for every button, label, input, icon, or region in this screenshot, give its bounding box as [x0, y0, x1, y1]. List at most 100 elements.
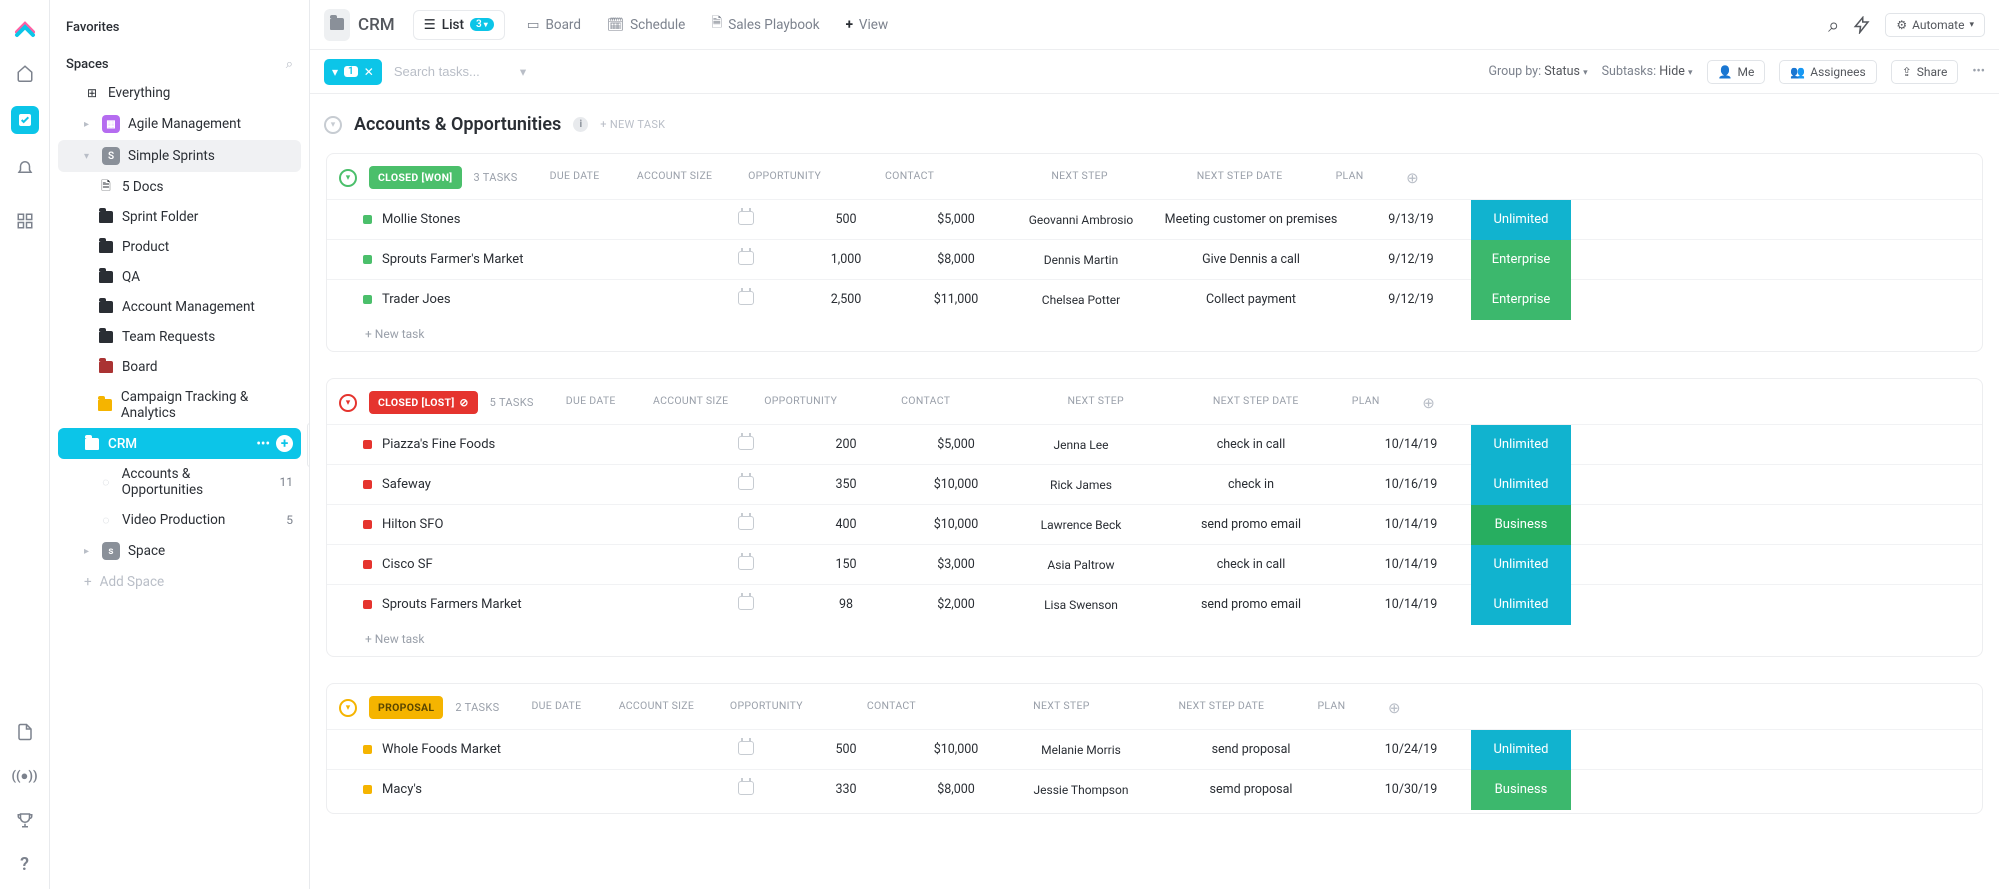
nsdate-cell[interactable]: 10/14/19	[1351, 437, 1471, 452]
chevron-down-icon[interactable]: ▾	[520, 64, 526, 80]
nsdate-cell[interactable]: 10/14/19	[1351, 517, 1471, 532]
contact-cell[interactable]: Jenna Lee	[1011, 438, 1151, 452]
col-due[interactable]: DUE DATE	[530, 167, 620, 189]
task-row[interactable]: Sprouts Farmers Market 98 $2,000 Lisa Sw…	[327, 584, 1982, 624]
task-row[interactable]: Cisco SF 150 $3,000 Asia Paltrow check i…	[327, 544, 1982, 584]
contact-cell[interactable]: Melanie Morris	[1011, 743, 1151, 757]
opp-cell[interactable]: $10,000	[901, 517, 1011, 532]
acct-cell[interactable]: 350	[791, 477, 901, 492]
contact-cell[interactable]: Chelsea Potter	[1011, 293, 1151, 307]
due-date-cell[interactable]	[701, 211, 791, 229]
opp-cell[interactable]: $3,000	[901, 557, 1011, 572]
nsdate-cell[interactable]: 10/14/19	[1351, 557, 1471, 572]
add-space-button[interactable]: + Add Space	[58, 567, 301, 597]
close-icon[interactable]: ✕	[364, 65, 374, 79]
col-nextstep[interactable]: NEXT STEP	[996, 392, 1196, 414]
contact-cell[interactable]: Geovanni Ambrosio	[1011, 213, 1151, 227]
add-column-button[interactable]: ⊕	[1416, 392, 1442, 414]
col-plan[interactable]: PLAN	[1316, 392, 1416, 414]
share-button[interactable]: ⇪Share	[1891, 60, 1959, 84]
add-column-button[interactable]: ⊕	[1381, 697, 1407, 719]
opp-cell[interactable]: $10,000	[901, 742, 1011, 757]
acct-cell[interactable]: 150	[791, 557, 901, 572]
tasks-icon[interactable]	[11, 106, 39, 134]
contact-cell[interactable]: Asia Paltrow	[1011, 558, 1151, 572]
automate-button[interactable]: ⚙Automate▾	[1885, 13, 1985, 37]
contact-cell[interactable]: Rick James	[1011, 478, 1151, 492]
plan-cell[interactable]: Unlimited	[1471, 210, 1571, 230]
acct-cell[interactable]: 500	[791, 742, 901, 757]
col-acct[interactable]: ACCOUNT SIZE	[620, 167, 730, 189]
home-icon[interactable]	[14, 62, 36, 84]
tab-schedule[interactable]: 🗓Schedule	[603, 11, 689, 39]
col-contact[interactable]: CONTACT	[856, 392, 996, 414]
col-nextstep[interactable]: NEXT STEP	[961, 697, 1161, 719]
new-task-button[interactable]: + NEW TASK	[600, 118, 665, 131]
sidebar-item-docs[interactable]: 🗎 5 Docs	[58, 172, 301, 202]
col-opp[interactable]: OPPORTUNITY	[746, 392, 856, 414]
col-nsdate[interactable]: NEXT STEP DATE	[1196, 392, 1316, 414]
sidebar-item-crm[interactable]: CRM ••• +	[58, 428, 301, 459]
sidebar-item-agile[interactable]: ▸ ▦ Agile Management	[58, 108, 301, 140]
sidebar-item-folder[interactable]: Sprint Folder	[58, 202, 301, 232]
subtasks-toggle[interactable]: Subtasks: Hide ▾	[1602, 64, 1693, 79]
search-input[interactable]	[394, 64, 514, 79]
assignees-button[interactable]: 👥Assignees	[1779, 60, 1876, 84]
add-column-button[interactable]: ⊕	[1400, 167, 1426, 189]
filter-chip[interactable]: ▾ 1 ✕	[324, 59, 382, 85]
plan-cell[interactable]: Unlimited	[1471, 435, 1571, 455]
due-date-cell[interactable]	[701, 741, 791, 759]
nextstep-cell[interactable]: send promo email	[1151, 517, 1351, 532]
opp-cell[interactable]: $5,000	[901, 437, 1011, 452]
sidebar-item-folder[interactable]: Team Requests	[58, 322, 301, 352]
status-label[interactable]: CLOSED [WON]	[369, 166, 462, 189]
status-label[interactable]: CLOSED [LOST] ⊘	[369, 391, 478, 414]
acct-cell[interactable]: 98	[791, 597, 901, 612]
due-date-cell[interactable]	[701, 556, 791, 574]
nextstep-cell[interactable]: Collect payment	[1151, 292, 1351, 307]
status-dot[interactable]	[363, 255, 372, 264]
status-dot[interactable]	[363, 440, 372, 449]
contact-cell[interactable]: Lawrence Beck	[1011, 518, 1151, 532]
opp-cell[interactable]: $5,000	[901, 212, 1011, 227]
sidebar-item-folder[interactable]: Product	[58, 232, 301, 262]
sidebar-item-list[interactable]: ◌Accounts & Opportunities11	[58, 459, 301, 505]
task-row[interactable]: Piazza's Fine Foods 200 $5,000 Jenna Lee…	[327, 424, 1982, 464]
me-button[interactable]: 👤Me	[1707, 60, 1766, 84]
col-plan[interactable]: PLAN	[1300, 167, 1400, 189]
new-task-row[interactable]: + New task	[327, 624, 1982, 652]
collapse-icon[interactable]: ▾	[339, 699, 357, 717]
nsdate-cell[interactable]: 9/12/19	[1351, 252, 1471, 267]
nextstep-cell[interactable]: send proposal	[1151, 742, 1351, 757]
plan-cell[interactable]: Business	[1471, 515, 1571, 535]
col-acct[interactable]: ACCOUNT SIZE	[601, 697, 711, 719]
nextstep-cell[interactable]: check in	[1151, 477, 1351, 492]
status-dot[interactable]	[363, 215, 372, 224]
nextstep-cell[interactable]: semd proposal	[1151, 782, 1351, 797]
opp-cell[interactable]: $10,000	[901, 477, 1011, 492]
col-acct[interactable]: ACCOUNT SIZE	[636, 392, 746, 414]
nsdate-cell[interactable]: 10/16/19	[1351, 477, 1471, 492]
pulse-icon[interactable]: ((●))	[14, 765, 36, 787]
nextstep-cell[interactable]: Give Dennis a call	[1151, 252, 1351, 267]
plan-cell[interactable]: Enterprise	[1471, 250, 1571, 270]
opp-cell[interactable]: $11,000	[901, 292, 1011, 307]
more-icon[interactable]: •••	[256, 436, 270, 452]
favorites-header[interactable]: Favorites	[58, 14, 301, 41]
status-dot[interactable]	[363, 295, 372, 304]
collapse-icon[interactable]: ▾	[339, 169, 357, 187]
acct-cell[interactable]: 330	[791, 782, 901, 797]
nsdate-cell[interactable]: 10/24/19	[1351, 742, 1471, 757]
bolt-icon[interactable]	[1853, 16, 1871, 34]
status-dot[interactable]	[363, 745, 372, 754]
nsdate-cell[interactable]: 10/30/19	[1351, 782, 1471, 797]
status-dot[interactable]	[363, 520, 372, 529]
spaces-header[interactable]: Spaces ⌕	[58, 51, 301, 78]
sidebar-item-list[interactable]: ◌Video Production5	[58, 505, 301, 535]
opp-cell[interactable]: $8,000	[901, 252, 1011, 267]
col-nsdate[interactable]: NEXT STEP DATE	[1180, 167, 1300, 189]
col-opp[interactable]: OPPORTUNITY	[730, 167, 840, 189]
due-date-cell[interactable]	[701, 596, 791, 614]
col-contact[interactable]: CONTACT	[840, 167, 980, 189]
collapse-icon[interactable]: ▾	[339, 394, 357, 412]
